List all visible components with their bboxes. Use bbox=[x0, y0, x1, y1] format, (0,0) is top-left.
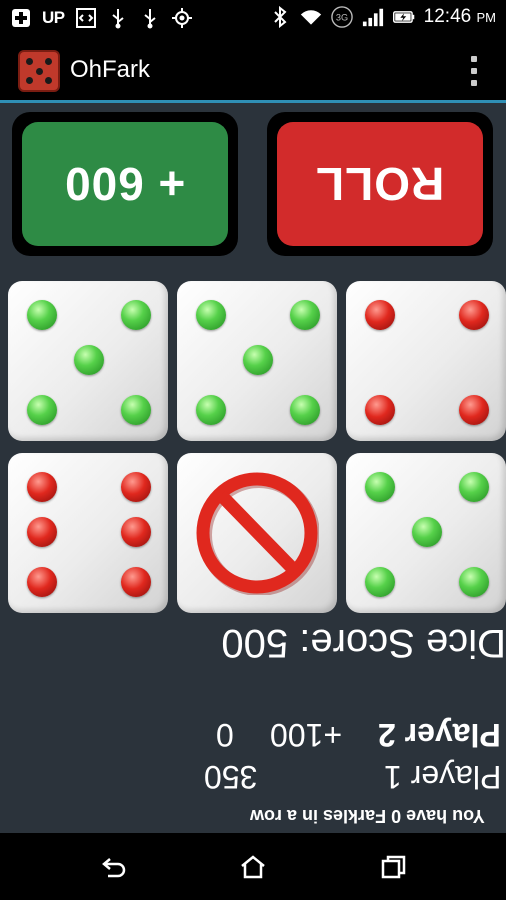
pip bbox=[121, 300, 151, 330]
pip bbox=[459, 300, 489, 330]
pip bbox=[27, 300, 57, 330]
overflow-menu-icon[interactable] bbox=[470, 56, 478, 86]
back-icon[interactable] bbox=[94, 853, 134, 881]
status-bar: UP 3G 12:46 PM bbox=[0, 0, 506, 38]
status-right-icons: 3G 12:46 PM bbox=[269, 6, 496, 28]
code-icon bbox=[75, 7, 97, 29]
pip bbox=[412, 517, 442, 547]
signal-icon bbox=[362, 6, 384, 28]
no-entry-icon bbox=[196, 472, 319, 595]
usb-icon bbox=[139, 7, 161, 29]
die-1[interactable] bbox=[8, 281, 168, 441]
pip bbox=[365, 567, 395, 597]
pip bbox=[290, 300, 320, 330]
pip bbox=[365, 395, 395, 425]
status-left-icons: UP bbox=[10, 7, 193, 29]
score-button[interactable]: + 600 bbox=[22, 122, 228, 246]
pip bbox=[243, 345, 273, 375]
score-button-frame: + 600 bbox=[12, 112, 238, 256]
navigation-bar bbox=[0, 833, 506, 900]
pip bbox=[121, 472, 151, 502]
gps-icon bbox=[171, 7, 193, 29]
pip bbox=[74, 345, 104, 375]
pip bbox=[459, 567, 489, 597]
pip bbox=[196, 300, 226, 330]
pip bbox=[27, 395, 57, 425]
player-2-name: Player 2 bbox=[378, 717, 501, 753]
app-title: OhFark bbox=[70, 56, 151, 83]
farkles-message: You have 0 Farkles in a row bbox=[250, 806, 485, 826]
clock: 12:46 PM bbox=[424, 6, 496, 28]
up-label: UP bbox=[42, 8, 65, 27]
recent-apps-icon[interactable] bbox=[373, 853, 413, 881]
die-5[interactable] bbox=[177, 453, 337, 613]
pip bbox=[365, 300, 395, 330]
pip bbox=[121, 395, 151, 425]
pip bbox=[459, 472, 489, 502]
player-1-total: 350 bbox=[204, 759, 258, 795]
player-2-round-score: +100 bbox=[270, 717, 343, 753]
battery-charging-icon bbox=[392, 6, 415, 28]
die-3[interactable] bbox=[346, 281, 506, 441]
pip bbox=[121, 567, 151, 597]
pip bbox=[27, 472, 57, 502]
pip bbox=[365, 472, 395, 502]
wifi-icon bbox=[300, 6, 322, 28]
die-4[interactable] bbox=[8, 453, 168, 613]
network-3g-icon: 3G bbox=[330, 6, 353, 28]
usb-icon bbox=[107, 7, 129, 29]
pip bbox=[27, 517, 57, 547]
score-button-label: + 600 bbox=[64, 158, 186, 210]
clock-ampm: PM bbox=[476, 10, 497, 25]
roll-button-label: ROLL bbox=[315, 158, 445, 210]
clock-time: 12:46 bbox=[423, 6, 472, 27]
pip bbox=[27, 567, 57, 597]
roll-button[interactable]: ROLL bbox=[277, 122, 483, 246]
player-2-total: 0 bbox=[216, 717, 234, 753]
pip bbox=[196, 395, 226, 425]
player-1-name: Player 1 bbox=[384, 759, 502, 795]
network-label: 3G bbox=[336, 13, 348, 23]
die-6[interactable] bbox=[346, 453, 506, 613]
die-2[interactable] bbox=[177, 281, 337, 441]
pip bbox=[290, 395, 320, 425]
dice-score: Dice Score: 500 bbox=[221, 621, 506, 665]
home-icon[interactable] bbox=[233, 853, 273, 881]
dice-icon bbox=[18, 50, 60, 92]
roll-button-frame: ROLL bbox=[267, 112, 493, 256]
bluetooth-icon bbox=[269, 6, 291, 28]
pip bbox=[121, 517, 151, 547]
add-icon bbox=[10, 7, 32, 29]
pip bbox=[459, 395, 489, 425]
